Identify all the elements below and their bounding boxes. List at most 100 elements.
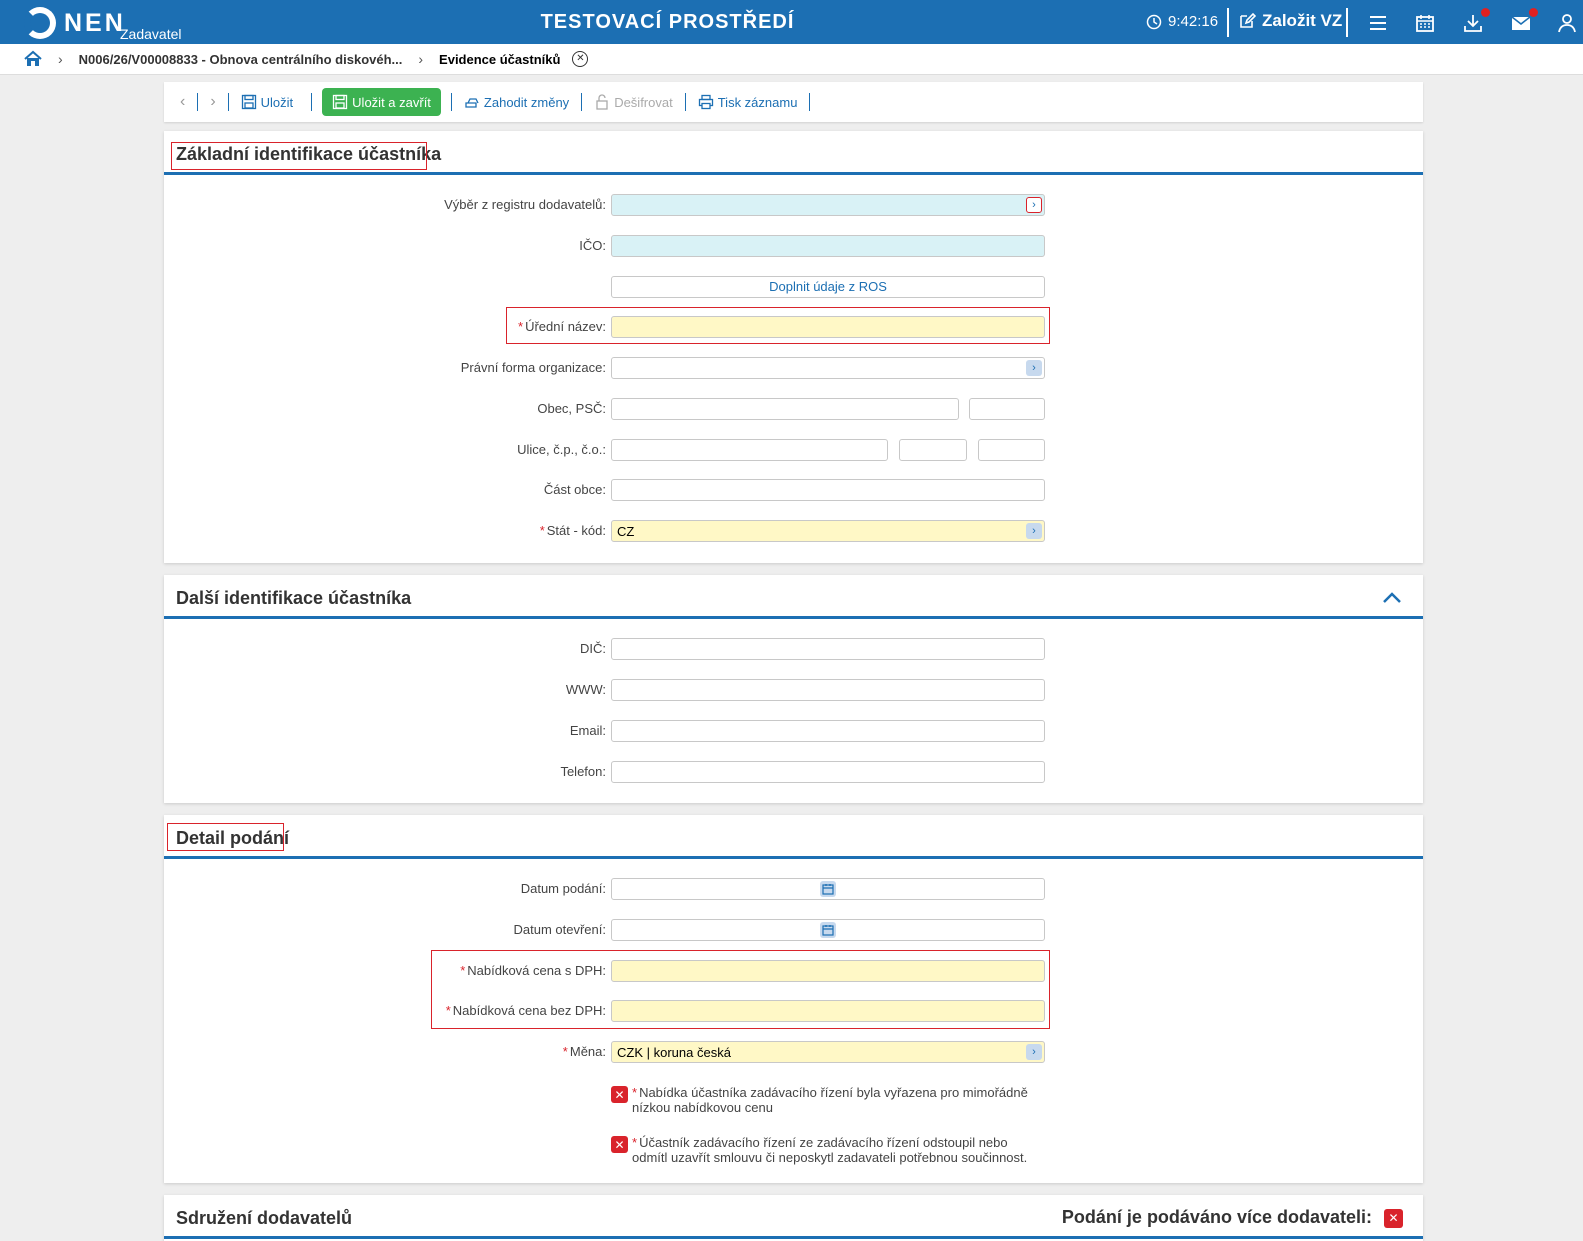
phone-field[interactable] [611,761,1045,783]
clock-icon [1146,14,1162,29]
user-icon[interactable] [1556,12,1578,34]
calendar-picker-icon[interactable] [820,881,836,897]
ico-field[interactable] [611,235,1045,257]
ico-label: IČO: [579,238,606,253]
orientation-number-field[interactable] [978,439,1045,461]
row-official-name: * Úřední název: [164,316,1423,340]
district-label: Část obce: [543,482,606,497]
undo-icon [465,98,479,108]
checkbox-unchecked-x-icon[interactable]: ✕ [611,1136,628,1153]
calendar-picker-icon[interactable] [820,922,836,938]
row-street: Ulice, č.p., č.o.: [164,439,1423,463]
multi-supplier-label: Podání je podáváno více dodavateli: [1061,1207,1372,1227]
home-icon[interactable] [24,50,42,68]
registry-lookup-icon[interactable]: › [1026,197,1042,213]
house-number-field[interactable] [899,439,967,461]
district-field[interactable] [611,479,1045,501]
registry-field[interactable]: › [611,194,1045,216]
row-phone: Telefon: [164,761,1423,785]
breadcrumb-item-contract[interactable]: N006/26/V00008833 - Obnova centrálního d… [79,52,403,67]
back-arrow-icon[interactable]: ‹ [180,93,185,111]
section-supplier-association: Sdružení dodavatelů Podání je podáváno v… [164,1195,1423,1241]
menu-icon[interactable] [1367,12,1389,34]
save-button[interactable]: Uložit [235,94,300,110]
section-header: Detail podání [164,815,1423,859]
save-and-close-label: Uložit a zavřít [352,94,431,110]
session-clock: 9:42:16 [1146,13,1218,30]
section-header: Sdružení dodavatelů Podání je podáváno v… [164,1195,1423,1239]
mail-notification-dot [1529,8,1538,17]
row-ico: IČO: [164,235,1423,259]
row-country: * Stát - kód: CZ › [164,520,1423,544]
checkbox-unchecked-x-icon[interactable]: ✕ [1384,1208,1403,1228]
fill-from-ros-button[interactable]: Doplnit údaje z ROS [611,276,1045,298]
create-contract-button[interactable]: Založit VZ [1238,11,1342,31]
city-field[interactable] [611,398,959,420]
unlock-icon [596,94,608,110]
registry-label: Výběr z registru dodavatelů: [444,197,606,212]
section-header: Základní identifikace účastníka [164,131,1423,175]
download-icon[interactable] [1462,8,1490,34]
decrypt-label: Dešifrovat [614,94,673,110]
toolbar-separator [197,93,199,111]
close-tab-icon[interactable]: ✕ [572,51,589,67]
download-notification-dot [1481,8,1490,17]
dic-label: DIČ: [580,641,606,656]
country-field[interactable]: CZ › [611,520,1045,542]
date-open-field[interactable] [611,919,1045,941]
row-date-open: Datum otevření: [164,919,1423,943]
save-label: Uložit [260,94,294,110]
multi-supplier-toggle: Podání je podáváno více dodavateli: ✕ [1062,1207,1403,1228]
top-bar: NEN Zadavatel TESTOVACÍ PROSTŘEDÍ 9:42:1… [0,0,1583,44]
street-field[interactable] [611,439,888,461]
row-district: Část obce: [164,479,1423,503]
row-registry: Výběr z registru dodavatelů: › [164,194,1423,218]
zip-field[interactable] [969,398,1045,420]
currency-field[interactable]: CZK | koruna česká › [611,1041,1045,1063]
row-date-submit: Datum podání: [164,878,1423,902]
row-currency: * Měna: CZK | koruna česká › [164,1041,1423,1065]
city-zip-label: Obec, PSČ: [537,401,606,416]
official-name-field[interactable] [611,316,1045,338]
email-label: Email: [569,723,606,738]
chevron-right-icon: › [58,51,63,67]
date-submit-label: Datum podání: [520,881,606,896]
discard-changes-button[interactable]: Zahodit změny [458,94,575,110]
row-dic: DIČ: [164,638,1423,662]
row-ros: Doplnit údaje z ROS [164,276,1423,300]
print-record-button[interactable]: Tisk záznamu [692,94,804,110]
currency-lookup-icon[interactable]: › [1026,1044,1042,1060]
country-label: * Stát - kód: [539,523,606,538]
breadcrumb-item-current: Evidence účastníků [439,51,561,67]
legal-form-lookup-icon[interactable]: › [1026,360,1042,376]
printer-icon [698,94,713,110]
section-title: Další identifikace účastníka [176,588,412,608]
email-field[interactable] [611,720,1045,742]
date-submit-field[interactable] [611,878,1045,900]
save-and-close-button[interactable]: Uložit a zavřít [322,88,441,116]
floppy-icon [333,94,348,110]
forward-arrow-icon[interactable]: › [210,93,215,111]
www-field[interactable] [611,679,1045,701]
mail-icon[interactable] [1510,8,1538,34]
collapse-chevron-up-icon[interactable] [1381,587,1403,609]
street-label: Ulice, č.p., č.o.: [517,442,606,457]
checkbox-unchecked-x-icon[interactable]: ✕ [611,1086,628,1103]
section-submission-detail: Detail podání Datum podání: Datum otevře… [164,815,1423,1183]
decrypt-button[interactable]: Dešifrovat [588,94,679,110]
price-vat-field[interactable] [611,960,1045,982]
section-basic-identification: Základní identifikace účastníka Výběr z … [164,131,1423,563]
create-contract-label: Založit VZ [1262,11,1343,30]
row-www: WWW: [164,679,1423,703]
price-novat-field[interactable] [611,1000,1045,1022]
toolbar-separator [684,93,686,111]
print-record-label: Tisk záznamu [717,94,798,110]
country-lookup-icon[interactable]: › [1026,523,1042,539]
highlight-box [167,823,284,851]
environment-title: TESTOVACÍ PROSTŘEDÍ [540,11,795,33]
calendar-icon[interactable] [1414,12,1436,34]
currency-label: * Měna: [562,1044,606,1059]
legal-form-field[interactable]: › [611,357,1045,379]
toolbar-separator [581,93,583,111]
dic-field[interactable] [611,638,1045,660]
